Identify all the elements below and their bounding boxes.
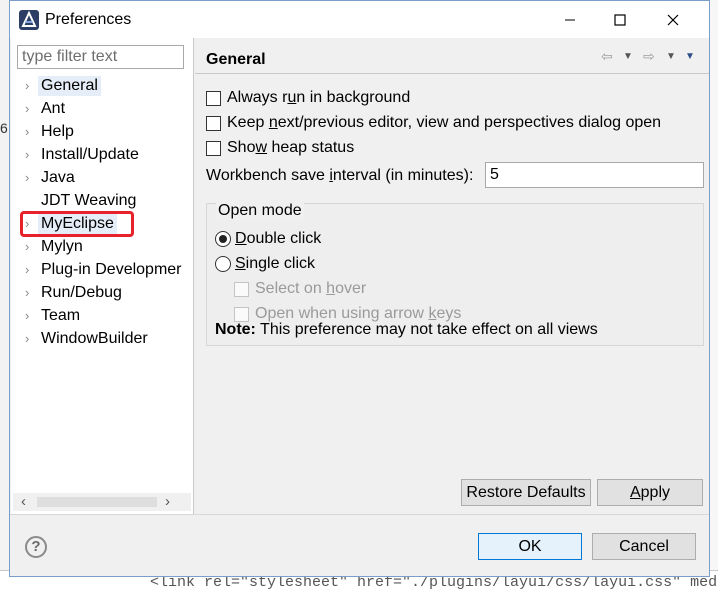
- tree-item-help[interactable]: › Help: [11, 121, 194, 143]
- red-annotation-box: [20, 211, 134, 237]
- tree-item-install-update[interactable]: › Install/Update: [11, 144, 194, 166]
- keep-next-previous-checkbox[interactable]: [206, 116, 221, 131]
- double-click-radio[interactable]: [215, 231, 231, 247]
- tree-item-mylyn[interactable]: › Mylyn: [11, 236, 194, 258]
- chevron-right-icon[interactable]: ›: [25, 286, 35, 300]
- chevron-right-icon[interactable]: ›: [25, 148, 35, 162]
- window-title: Preferences: [45, 11, 132, 28]
- chevron-right-icon[interactable]: ›: [25, 102, 35, 116]
- open-mode-group: Open mode Double click Single click Sele…: [206, 202, 704, 346]
- open-arrow-keys-checkbox: [234, 307, 249, 322]
- scroll-left-icon[interactable]: ‹: [21, 493, 26, 510]
- page-header: General ⇦ ▼ ⇨ ▼ ▼: [195, 38, 709, 74]
- horizontal-scrollbar[interactable]: ‹ ›: [13, 493, 191, 511]
- select-on-hover-checkbox: [234, 282, 249, 297]
- forward-arrow-icon[interactable]: ⇨: [643, 48, 655, 65]
- forward-dropdown-icon[interactable]: ▼: [666, 51, 676, 62]
- always-run-background-label: Always run in background: [227, 89, 411, 106]
- single-click-label: Single click: [235, 255, 316, 272]
- chevron-right-icon[interactable]: ›: [25, 171, 35, 185]
- open-mode-legend: Open mode: [216, 202, 304, 220]
- filter-input[interactable]: [17, 45, 184, 69]
- footer-divider: [10, 514, 709, 515]
- tree-item-ant[interactable]: › Ant: [11, 98, 194, 120]
- tree-item-label: General: [38, 76, 101, 96]
- tree-item-label: Ant: [41, 100, 66, 117]
- always-run-background-checkbox[interactable]: [206, 91, 221, 106]
- scrollbar-thumb[interactable]: [37, 497, 157, 507]
- tree-item-label: Help: [41, 123, 74, 140]
- preferences-dialog: Preferences › General › Ant › Help: [9, 0, 710, 577]
- chevron-right-icon[interactable]: ›: [25, 125, 35, 139]
- apply-button[interactable]: Apply: [597, 479, 703, 506]
- chevron-right-icon[interactable]: ›: [25, 240, 35, 254]
- ide-background-right: [710, 0, 718, 589]
- tree-item-label: Plug-in Developmer: [41, 261, 182, 278]
- back-dropdown-icon[interactable]: ▼: [623, 51, 633, 62]
- show-heap-status-checkbox[interactable]: [206, 141, 221, 156]
- maximize-button[interactable]: [597, 1, 643, 38]
- chevron-right-icon[interactable]: ›: [25, 332, 35, 346]
- minimize-icon: [565, 19, 575, 20]
- scroll-right-icon[interactable]: ›: [165, 493, 170, 510]
- double-click-label: Double click: [235, 230, 322, 247]
- title-bar[interactable]: Preferences: [10, 1, 709, 38]
- tree-item-label: Mylyn: [41, 238, 83, 255]
- chevron-right-icon[interactable]: ›: [25, 309, 35, 323]
- note-text: Note: This preference may not take effec…: [215, 321, 598, 338]
- ok-button[interactable]: OK: [478, 533, 582, 560]
- preference-page: General ⇦ ▼ ⇨ ▼ ▼ Always run in backgrou…: [195, 38, 709, 514]
- select-on-hover-label: Select on hover: [255, 280, 367, 297]
- cancel-button[interactable]: Cancel: [592, 533, 696, 560]
- tree-item-windowbuilder[interactable]: › WindowBuilder: [11, 328, 194, 350]
- maximize-icon: [614, 13, 626, 26]
- tree-item-plugin-development[interactable]: › Plug-in Developmer: [11, 259, 194, 281]
- tree-item-label: Install/Update: [41, 146, 139, 163]
- show-heap-status-label: Show heap status: [227, 139, 355, 156]
- save-interval-label: Workbench save interval (in minutes):: [206, 167, 474, 184]
- tree-item-label: Run/Debug: [41, 284, 122, 301]
- keep-next-previous-label: Keep next/previous editor, view and pers…: [227, 114, 662, 131]
- ide-line-number: 6: [0, 120, 8, 136]
- tree-item-label: Team: [41, 307, 81, 324]
- page-title: General: [206, 51, 266, 68]
- back-arrow-icon[interactable]: ⇦: [601, 48, 613, 65]
- tree-item-label: JDT Weaving: [41, 192, 137, 209]
- close-button[interactable]: [650, 1, 696, 38]
- tree-item-label: Java: [41, 169, 75, 186]
- tree-item-team[interactable]: › Team: [11, 305, 194, 327]
- tree-item-java[interactable]: › Java: [11, 167, 194, 189]
- preference-tree-panel: › General › Ant › Help › Install/Update …: [11, 38, 194, 514]
- tree-item-jdt-weaving[interactable]: JDT Weaving: [11, 190, 194, 212]
- save-interval-input[interactable]: [485, 162, 704, 188]
- close-icon: [667, 14, 679, 25]
- help-icon[interactable]: ?: [25, 536, 47, 558]
- eclipse-app-icon: [19, 10, 39, 30]
- chevron-right-icon[interactable]: ›: [25, 263, 35, 277]
- minimize-button[interactable]: [547, 1, 593, 38]
- chevron-right-icon[interactable]: ›: [25, 79, 35, 93]
- view-menu-icon[interactable]: ▼: [685, 51, 695, 62]
- restore-defaults-button[interactable]: Restore Defaults: [461, 479, 591, 506]
- single-click-radio[interactable]: [215, 256, 231, 272]
- tree-item-run-debug[interactable]: › Run/Debug: [11, 282, 194, 304]
- tree-item-general[interactable]: › General: [11, 75, 194, 97]
- tree-item-label: WindowBuilder: [41, 330, 148, 347]
